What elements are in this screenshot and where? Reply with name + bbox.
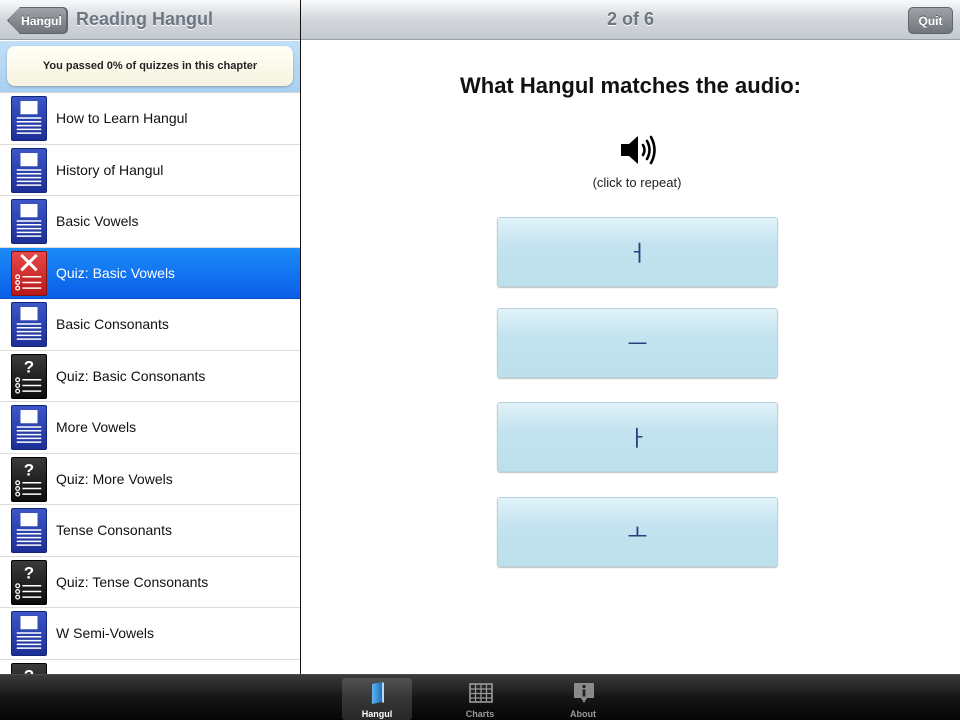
repeat-hint: (click to repeat) xyxy=(592,175,682,190)
answer-button-2[interactable]: ㅡ xyxy=(497,308,778,378)
list-item-label: Basic Vowels xyxy=(56,213,139,229)
tab-hangul[interactable]: Hangul xyxy=(342,678,412,720)
list-item-label: Quiz: More Vowels xyxy=(56,470,173,487)
list-item[interactable]: History of Hangul xyxy=(0,144,300,196)
answer-button-4[interactable]: ㅗ xyxy=(497,497,778,567)
list-item-label: W Semi-Vowels xyxy=(56,625,155,641)
list-item-label: Tense Consonants xyxy=(56,522,172,538)
book-icon xyxy=(371,682,384,704)
info-bubble-icon xyxy=(574,683,594,703)
lesson-icon xyxy=(11,96,47,141)
list-item[interactable]: Tense Consonants xyxy=(0,505,300,557)
list-item[interactable]: How to Learn Hangul xyxy=(0,93,300,145)
tab-bar: Hangul Charts About xyxy=(0,674,960,720)
svg-text:?: ? xyxy=(24,357,34,376)
lesson-icon xyxy=(11,199,47,244)
tab-label: Hangul xyxy=(361,709,393,719)
grid-icon xyxy=(469,683,493,703)
list-item-label: Quiz: Basic Vowels xyxy=(56,264,176,281)
progress-banner: You passed 0% of quizzes in this chapter xyxy=(0,41,300,93)
lesson-icon xyxy=(11,147,47,193)
list-item[interactable]: Basic Vowels xyxy=(0,196,300,248)
list-item-label: How to Learn Hangul xyxy=(56,110,188,126)
quiz-pane: 2 of 6 Quit What Hangul matches the audi… xyxy=(301,0,960,674)
speaker-icon[interactable] xyxy=(619,134,657,166)
list-item[interactable]: ? Quiz: Basic Consonants xyxy=(0,350,300,402)
answer-button-3[interactable]: ㅏ xyxy=(497,402,778,472)
tab-label: Charts xyxy=(465,709,495,719)
question-counter: 2 of 6 xyxy=(606,9,654,29)
lesson-icon xyxy=(11,611,47,656)
lesson-icon xyxy=(11,508,47,553)
list-item-label: Quiz: Basic Consonants xyxy=(56,367,206,384)
svg-text:?: ? xyxy=(24,563,34,582)
left-navigation-bar: Hangul Reading Hangul xyxy=(0,0,300,40)
list-item[interactable]: ? Quiz: Tense Consonants xyxy=(0,556,300,608)
tab-charts[interactable]: Charts xyxy=(445,678,515,720)
chapter-title: Reading Hangul xyxy=(76,9,214,29)
lesson-icon xyxy=(11,405,47,450)
chapter-pane: Hangul Reading Hangul You passed 0% of q… xyxy=(0,0,300,674)
list-item-label: More Vowels xyxy=(56,419,137,435)
list-item-label: Quiz: Tense Consonants xyxy=(56,573,209,590)
svg-text:?: ? xyxy=(24,460,34,479)
quiz-icon: ? xyxy=(11,456,47,502)
list-item[interactable]: More Vowels xyxy=(0,402,300,454)
quiz-failed-icon xyxy=(11,250,47,296)
quiz-icon: ? xyxy=(11,662,47,674)
answer-button-1[interactable]: ㅓ xyxy=(497,217,778,287)
list-item[interactable]: Basic Consonants xyxy=(0,299,300,351)
list-item-partial[interactable]: ? xyxy=(0,659,300,674)
list-item-selected[interactable]: Quiz: Basic Vowels xyxy=(0,247,300,299)
tab-about[interactable]: About xyxy=(548,678,618,720)
quit-button[interactable]: Quit xyxy=(908,7,953,34)
lesson-icon xyxy=(11,302,47,347)
list-item[interactable]: ? Quiz: More Vowels xyxy=(0,453,300,505)
question-text: What Hangul matches the audio: xyxy=(459,73,802,98)
quiz-icon: ? xyxy=(11,353,47,399)
list-item-label: Basic Consonants xyxy=(56,316,169,332)
quiz-icon: ? xyxy=(11,559,47,605)
list-item-label: History of Hangul xyxy=(56,161,164,178)
list-item[interactable]: W Semi-Vowels xyxy=(0,608,300,660)
right-navigation-bar: 2 of 6 Quit xyxy=(301,0,960,40)
svg-text:?: ? xyxy=(24,666,34,674)
lesson-list: How to Learn Hangul History of Hangul Ba… xyxy=(0,93,300,674)
tab-label: About xyxy=(570,709,596,719)
back-button[interactable]: Hangul xyxy=(8,7,67,34)
quiz-progress-text: You passed 0% of quizzes in this chapter xyxy=(7,46,293,86)
